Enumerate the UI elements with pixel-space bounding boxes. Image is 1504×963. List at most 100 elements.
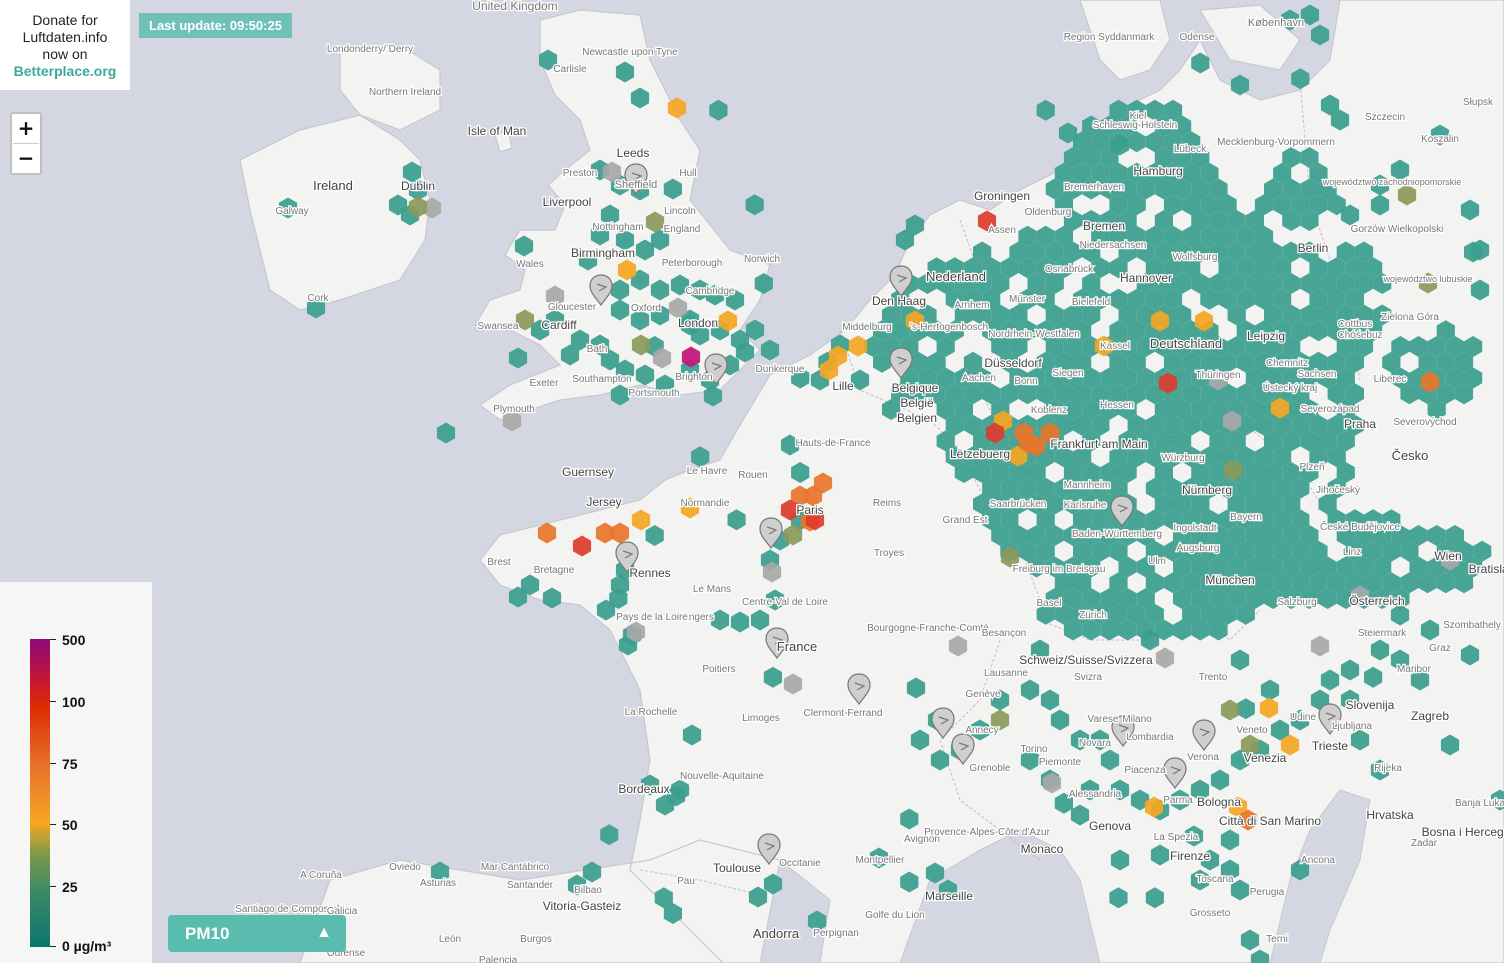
sensor-hex[interactable] xyxy=(436,422,456,444)
sensor-hex[interactable] xyxy=(760,339,780,361)
map-place-label: Hessen xyxy=(1100,400,1134,411)
map-place-label: Peterborough xyxy=(662,258,723,269)
map-place-label: Region Syddanmark xyxy=(1064,32,1156,43)
map-place-label: Swansea xyxy=(477,321,519,332)
map-place-label: Oviedo xyxy=(389,862,421,873)
map-place-label: Niedersachsen xyxy=(1080,240,1147,251)
map-place-label: Alessandria xyxy=(1069,789,1122,800)
map-place-label: Cardiff xyxy=(541,318,577,332)
map-place-label: Schweiz/Suisse/Svizzera xyxy=(1019,653,1153,667)
map-place-label: Santander xyxy=(507,880,554,891)
map-place-label: Toulouse xyxy=(713,861,761,875)
legend-tick xyxy=(50,886,56,887)
map-place-label: Banja Luka xyxy=(1455,798,1504,809)
map-place-label: Torino xyxy=(1020,744,1048,755)
map-place-label: Annecy xyxy=(965,725,998,736)
map-place-label: Le Havre xyxy=(687,466,728,477)
map-place-label: Slovenija xyxy=(1346,698,1395,712)
betterplace-link[interactable]: Betterplace.org xyxy=(0,63,130,80)
map-place-label: England xyxy=(664,224,701,235)
map-place-label: Den Haag xyxy=(872,294,926,308)
map-place-label: Sheffield xyxy=(615,179,658,191)
map-place-label: Hauts-de-France xyxy=(795,438,870,449)
map-place-label: Münster xyxy=(1009,294,1046,305)
map-place-label: 's-Hertogenbosch xyxy=(910,322,988,333)
map-place-label: Bologna xyxy=(1197,795,1241,809)
map-place-label: Schleswig-Holstein xyxy=(1093,120,1177,131)
map-place-label: Norwich xyxy=(744,254,780,265)
map-place-label: A Coruña xyxy=(300,870,342,881)
map-place-label: Nordrhein-Westfalen xyxy=(988,329,1080,340)
map-canvas[interactable]: United Kingdom Londonderry/ Derry Northern… xyxy=(0,0,1504,963)
pm-selector-button[interactable]: PM10 ▲ xyxy=(168,915,346,952)
sensor-hex[interactable] xyxy=(745,194,764,216)
map-place-label: Szczecin xyxy=(1365,112,1405,123)
sensor-hex[interactable] xyxy=(1310,24,1330,46)
map-place-label: Ústecký kraj xyxy=(1263,381,1317,394)
map-place-label: Liverpool xyxy=(543,195,592,209)
map-place-label: Novara xyxy=(1079,738,1112,749)
map-place-label: France xyxy=(777,639,817,654)
map-place-label: Siegen xyxy=(1052,368,1083,379)
map-place-label: Baden-Württemberg xyxy=(1072,529,1162,540)
map-place-label: Londonderry/ Derry xyxy=(327,44,413,55)
map-place-label: Occitanie xyxy=(779,858,821,869)
map-place-label: Svizra xyxy=(1074,672,1102,683)
map-place-label: Pau xyxy=(677,876,695,887)
map-place-label: Vitoria-Gasteiz xyxy=(543,899,621,913)
map-place-label: Jihočeský xyxy=(1316,485,1360,496)
map-place-label: Szombathely xyxy=(1443,620,1501,631)
map-place-label: Bremerhaven xyxy=(1064,182,1124,193)
color-legend: 500 100 75 50 25 0 µg/m³ xyxy=(0,582,152,963)
zoom-out-button[interactable]: − xyxy=(12,144,40,173)
map-place-label: Veneto xyxy=(1236,725,1268,736)
map-place-label: Palencia xyxy=(479,955,518,963)
map-place-label: Severozápad xyxy=(1301,404,1360,415)
map-place-label: Birmingham xyxy=(571,246,635,260)
map-place-label: Lombardia xyxy=(1126,732,1174,743)
map-place-label: Assen xyxy=(988,225,1016,236)
map-place-label: Lincoln xyxy=(664,206,696,217)
map-place-label: Koszalin xyxy=(1421,134,1459,145)
map-place-label: Varese xyxy=(1088,714,1119,725)
map-place-label: Asturias xyxy=(420,878,456,889)
map-place-label: Osnabrück xyxy=(1045,264,1094,275)
map-place-label: Zadar xyxy=(1411,838,1438,849)
map-place-label: Nürnberg xyxy=(1182,483,1232,497)
map-place-label: Oldenburg xyxy=(1025,207,1072,218)
legend-tick xyxy=(50,701,56,702)
zoom-in-button[interactable]: + xyxy=(12,114,40,143)
map-place-label: Guernsey xyxy=(562,465,614,479)
map-place-label: Rijeka xyxy=(1374,763,1402,774)
map-place-label: León xyxy=(439,934,461,945)
map-place-label: London xyxy=(678,316,718,330)
last-update-badge: Last update: 09:50:25 xyxy=(139,13,292,38)
map-place-label: Perpignan xyxy=(813,928,859,939)
donate-line2: Luftdaten.info xyxy=(22,29,108,45)
map-place-label: Dunkerque xyxy=(756,364,805,375)
sensor-hex[interactable] xyxy=(709,99,728,121)
map-place-label: České Budějovice xyxy=(1320,520,1400,533)
map-place-label: Clermont-Ferrand xyxy=(804,708,883,719)
map-place-label: Exeter xyxy=(530,378,560,389)
map-place-label: Zielona Góra xyxy=(1381,312,1439,323)
donate-box: Donate for Luftdaten.info now on Betterp… xyxy=(0,0,130,90)
map-place-label: województwo zachodniopomorskie xyxy=(1322,177,1462,187)
sensor-hex[interactable] xyxy=(600,824,619,846)
map-place-label: Bilbao xyxy=(574,885,602,896)
sensor-hex[interactable] xyxy=(1036,99,1055,121)
map-place-label: Aachen xyxy=(962,373,996,384)
map-place-label: Steiermark xyxy=(1358,628,1407,639)
map-place-label: Besançon xyxy=(982,628,1026,639)
sensor-hex[interactable] xyxy=(508,347,528,369)
map-place-label: Newcastle upon Tyne xyxy=(582,47,678,58)
legend-tick xyxy=(50,946,56,947)
map-place-label: Augsburg xyxy=(1177,543,1220,554)
legend-label-0: 0 µg/m³ xyxy=(62,938,112,954)
map-place-label: Graz xyxy=(1429,643,1451,654)
map-place-label: Città di San Marino xyxy=(1219,814,1321,828)
map-place-label: Słupsk xyxy=(1463,97,1494,108)
map-place-label: Perugia xyxy=(1250,887,1285,898)
map-place-label: Ancona xyxy=(1301,855,1335,866)
map-place-label: Centre-Val de Loire xyxy=(742,597,828,608)
